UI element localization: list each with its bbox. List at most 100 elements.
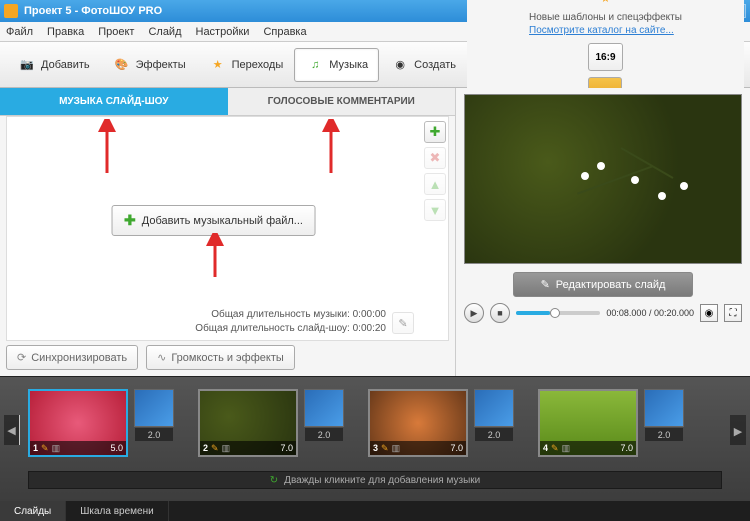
slide-number: 2 (203, 443, 208, 453)
fullscreen-button[interactable]: ⛶ (724, 304, 742, 322)
slide-duration: 5.0 (110, 443, 123, 453)
volume-effects-button[interactable]: ∿Громкость и эффекты (146, 345, 295, 370)
promo-link[interactable]: Посмотрите каталог на сайте... (529, 24, 682, 37)
pencil-icon: ✎ (551, 443, 559, 454)
slide-thumb[interactable]: 2✎▥ 7.0 (198, 389, 298, 457)
move-down-button[interactable]: ▼ (424, 199, 446, 221)
refresh-icon: ↻ (270, 475, 278, 486)
preview-viewport[interactable] (464, 94, 742, 264)
slide-number: 3 (373, 443, 378, 453)
menu-slide[interactable]: Слайд (148, 26, 181, 38)
equalizer-icon: ∿ (157, 351, 166, 364)
timeline-strip[interactable]: 1✎▥5.02.02✎▥7.02.03✎▥7.02.04✎▥7.02.0 (0, 377, 750, 457)
arrow-annotation (97, 119, 117, 177)
camera-icon: 📷 (17, 55, 37, 75)
arrow-annotation (205, 233, 225, 281)
toolbar-transitions[interactable]: ★Переходы (197, 48, 295, 82)
timecode: 00:08.000 / 00:20.000 (606, 308, 694, 318)
palette-icon: 🎨 (112, 55, 132, 75)
sync-button[interactable]: ⟳Синхронизировать (6, 345, 138, 370)
menu-help[interactable]: Справка (263, 26, 306, 38)
transition-thumb[interactable]: 2.0 (474, 389, 514, 427)
move-up-button[interactable]: ▲ (424, 173, 446, 195)
slide-thumb[interactable]: 4✎▥ 7.0 (538, 389, 638, 457)
arrow-annotation (321, 119, 341, 177)
thumb-info-bar: 2✎▥ 7.0 (200, 441, 296, 455)
menu-file[interactable]: Файл (6, 26, 33, 38)
slide-duration: 7.0 (620, 443, 633, 453)
tab-slideshow-music[interactable]: МУЗЫКА СЛАЙД-ШОУ (0, 88, 228, 116)
fullscreen-icon: ⛶ (730, 308, 737, 319)
plus-icon: ✚ (124, 212, 136, 229)
music-track[interactable]: ↻ Дважды кликните для добавления музыки (28, 471, 722, 489)
toolbar: 📷Добавить 🎨Эффекты ★Переходы ♫Музыка ◉Со… (0, 42, 750, 88)
thumb-info-bar: 1✎▥ 5.0 (30, 441, 126, 455)
toolbar-effects[interactable]: 🎨Эффекты (101, 48, 197, 82)
footer-tab-slides[interactable]: Слайды (0, 501, 66, 521)
slide-thumb[interactable]: 3✎▥ 7.0 (368, 389, 468, 457)
add-music-button[interactable]: ✚ Добавить музыкальный файл... (111, 205, 316, 236)
footer-tab-timeline[interactable]: Шкала времени (66, 501, 168, 521)
transition-thumb[interactable]: 2.0 (644, 389, 684, 427)
menu-project[interactable]: Проект (98, 26, 134, 38)
edit-slide-button[interactable]: ✎Редактировать слайд (513, 272, 693, 297)
slide-group: 4✎▥ 7.0 2.0 (538, 389, 684, 457)
aspect-button[interactable]: 16:9 (588, 43, 622, 71)
layers-icon: ▥ (392, 443, 401, 454)
window-title: Проект 5 - ФотоШОУ PRO (24, 5, 162, 17)
music-panel: МУЗЫКА СЛАЙД-ШОУ ГОЛОСОВЫЕ КОММЕНТАРИИ ✚… (0, 88, 456, 376)
transition-duration: 2.0 (305, 428, 343, 441)
toolbar-create[interactable]: ◉Создать (379, 48, 467, 82)
slide-number: 4 (543, 443, 548, 453)
slide-duration: 7.0 (280, 443, 293, 453)
transition-thumb[interactable]: 2.0 (304, 389, 344, 427)
sync-icon: ⟳ (17, 351, 26, 364)
transition-duration: 2.0 (475, 428, 513, 441)
player-controls: ▶ ■ 00:08.000 / 00:20.000 ◉ ⛶ (464, 301, 742, 325)
music-icon: ♫ (305, 55, 325, 75)
pencil-icon: ✎ (211, 443, 219, 454)
stop-button[interactable]: ■ (490, 303, 510, 323)
tab-voice-comments[interactable]: ГОЛОСОВЫЕ КОММЕНТАРИИ (228, 88, 456, 116)
transition-duration: 2.0 (645, 428, 683, 441)
layers-icon: ▥ (222, 443, 231, 454)
footer-tabs: Слайды Шкала времени (0, 501, 750, 521)
timeline-next[interactable]: ▶ (730, 415, 746, 445)
transition-duration: 2.0 (135, 428, 173, 441)
camera-icon: ◉ (705, 308, 714, 319)
thumb-info-bar: 3✎▥ 7.0 (370, 441, 466, 455)
promo-line1: Новые шаблоны и спецэффекты (529, 11, 682, 24)
disc-icon: ◉ (390, 55, 410, 75)
timeline-prev[interactable]: ◀ (4, 415, 20, 445)
transition-thumb[interactable]: 2.0 (134, 389, 174, 427)
layers-icon: ▥ (562, 443, 571, 454)
app-icon (4, 4, 18, 18)
timeline-panel: ◀ ▶ 1✎▥5.02.02✎▥7.02.03✎▥7.02.04✎▥7.02.0… (0, 376, 750, 501)
add-track-button[interactable]: ✚ (424, 121, 446, 143)
toolbar-music[interactable]: ♫Музыка (294, 48, 379, 82)
play-button[interactable]: ▶ (464, 303, 484, 323)
slide-group: 1✎▥ 5.0 2.0 (28, 389, 174, 457)
seek-bar[interactable] (516, 311, 600, 315)
layers-icon: ▥ (52, 443, 61, 454)
pencil-icon: ✎ (541, 278, 550, 291)
star-icon: ★ (208, 55, 228, 75)
thumb-info-bar: 4✎▥ 7.0 (540, 441, 636, 455)
pencil-icon: ✎ (381, 443, 389, 454)
music-list: ✚ Добавить музыкальный файл... Общая дли… (7, 117, 420, 340)
promo-star-icon: ★ (601, 0, 611, 5)
slide-number: 1 (33, 443, 38, 453)
preview-image (465, 95, 741, 263)
duration-info: Общая длительность музыки: 0:00:00 Общая… (195, 308, 386, 336)
toolbar-add[interactable]: 📷Добавить (6, 48, 101, 82)
slide-thumb[interactable]: 1✎▥ 5.0 (28, 389, 128, 457)
menu-edit[interactable]: Правка (47, 26, 84, 38)
snapshot-button[interactable]: ◉ (700, 304, 718, 322)
slide-group: 3✎▥ 7.0 2.0 (368, 389, 514, 457)
pencil-icon: ✎ (41, 443, 49, 454)
slide-duration: 7.0 (450, 443, 463, 453)
remove-track-button[interactable]: ✖ (424, 147, 446, 169)
wand-icon: ✎ (398, 317, 407, 330)
wand-button[interactable]: ✎ (392, 312, 414, 334)
menu-settings[interactable]: Настройки (196, 26, 250, 38)
